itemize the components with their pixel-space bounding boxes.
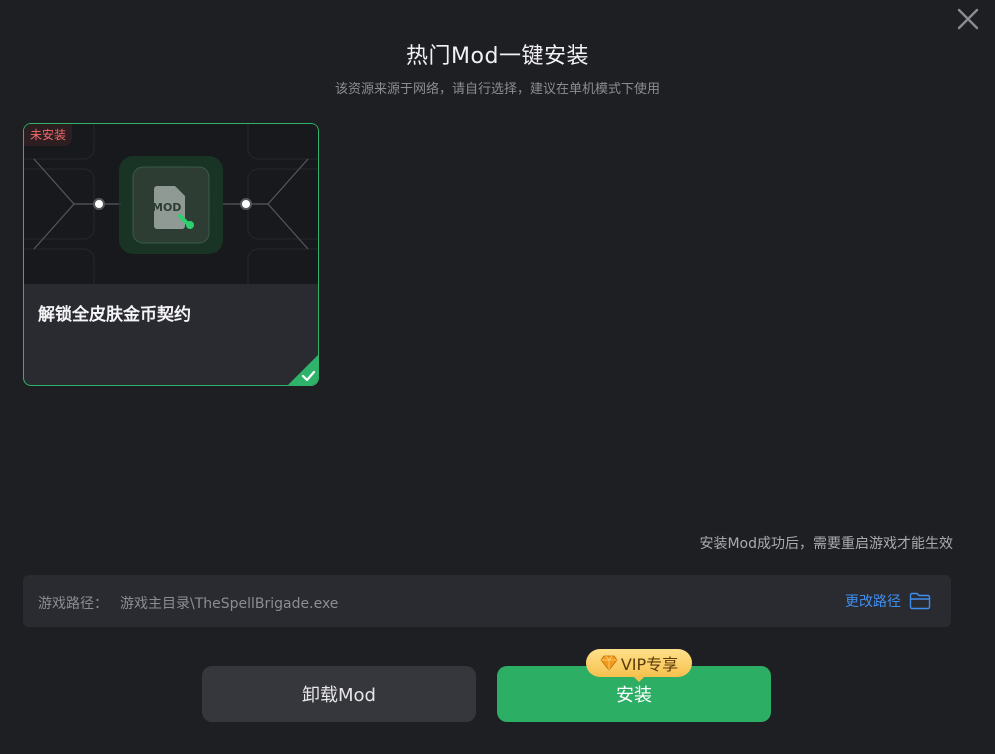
install-status-badge: 未安装	[24, 124, 73, 146]
vip-tag-label: VIP专享	[620, 655, 679, 674]
restart-notice: 安装Mod成功后，需要重启游戏才能生效	[699, 536, 953, 552]
game-path-value: 游戏主目录\TheSpellBrigade.exe	[120, 596, 339, 612]
mod-icon-text: MOD	[152, 201, 181, 214]
dialog-title: 热门Mod一键安装	[406, 44, 589, 69]
mod-banner-illustration: MOD	[24, 124, 318, 284]
mod-card-title: 解锁全皮肤金币契约	[38, 305, 191, 325]
game-path-label: 游戏路径：	[38, 596, 108, 612]
game-path-bar: 游戏路径： 游戏主目录\TheSpellBrigade.exe 更改路径	[23, 575, 951, 627]
selected-check-icon	[288, 355, 318, 385]
close-icon	[957, 8, 979, 30]
uninstall-mod-button[interactable]: 卸载Mod	[202, 666, 476, 722]
mod-card[interactable]: MOD 未安装 解锁全皮肤金币契约	[23, 123, 319, 386]
close-button[interactable]	[955, 6, 981, 32]
change-path-button[interactable]: 更改路径	[845, 590, 931, 612]
folder-icon	[909, 592, 931, 610]
vip-exclusive-tag: VIP专享	[586, 649, 692, 682]
mod-card-banner: MOD 未安装	[24, 124, 318, 284]
change-path-label: 更改路径	[845, 594, 901, 610]
dialog-subtitle: 该资源来源于网络，请自行选择，建议在单机模式下使用	[334, 82, 660, 97]
diamond-icon	[600, 655, 618, 671]
